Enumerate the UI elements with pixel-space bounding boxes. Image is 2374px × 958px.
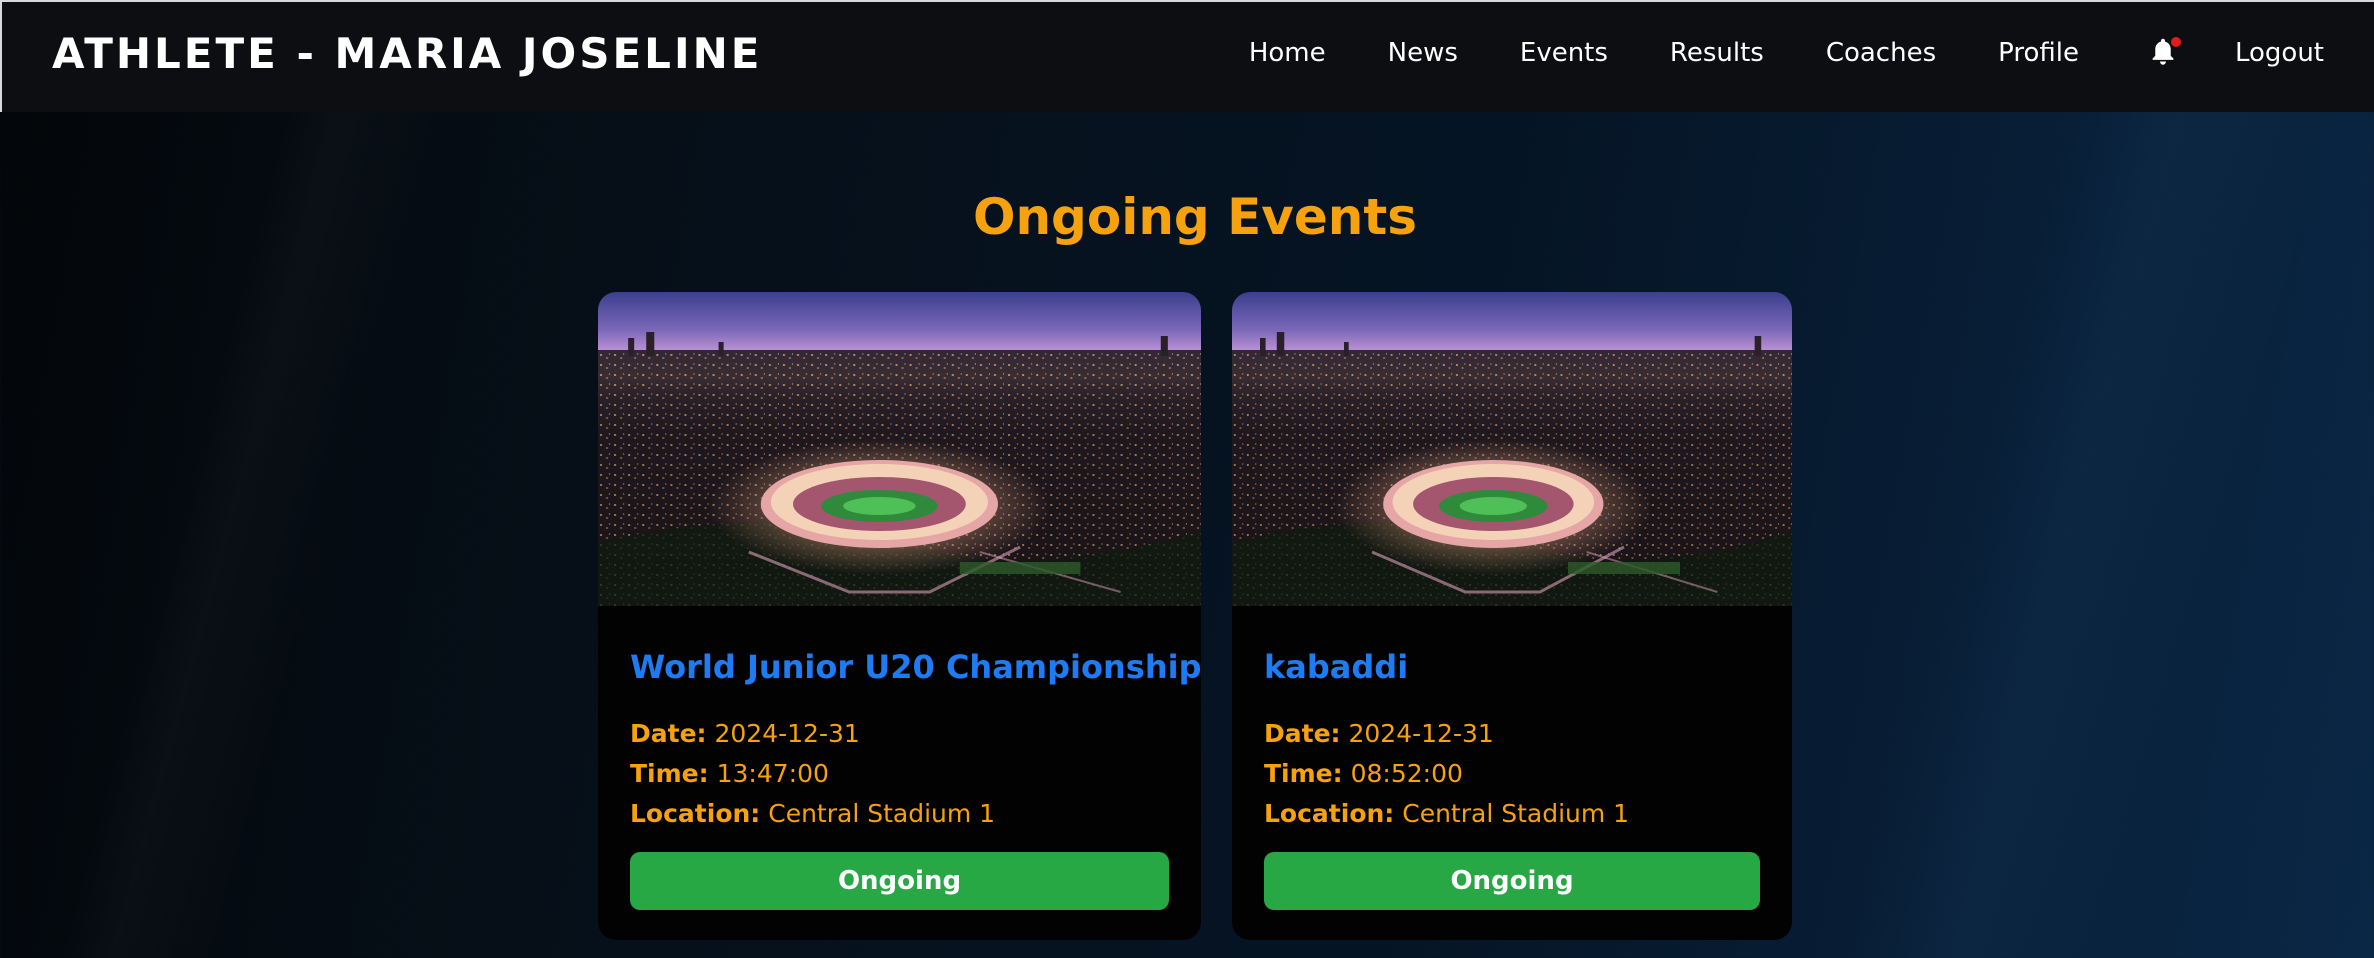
event-date-row: Date: 2024-12-31 <box>630 714 1169 754</box>
nav-link-results[interactable]: Results <box>1670 38 1764 68</box>
event-card: kabaddi Date: 2024-12-31 Time: 08:52:00 … <box>1232 292 1792 940</box>
card-body: kabaddi Date: 2024-12-31 Time: 08:52:00 … <box>1232 606 1792 910</box>
nav-link-home[interactable]: Home <box>1249 38 1326 68</box>
event-date-row: Date: 2024-12-31 <box>1264 714 1760 754</box>
nav-link-profile[interactable]: Profile <box>1998 38 2079 68</box>
location-label: Location: <box>630 799 761 828</box>
event-time: 13:47:00 <box>716 759 829 788</box>
event-time-row: Time: 13:47:00 <box>630 754 1169 794</box>
event-location-row: Location: Central Stadium 1 <box>630 794 1169 834</box>
stadium-image <box>598 292 1201 606</box>
event-meta: Date: 2024-12-31 Time: 13:47:00 Location… <box>630 714 1169 834</box>
nav-link-events[interactable]: Events <box>1520 38 1608 68</box>
status-ongoing-button[interactable]: Ongoing <box>630 852 1169 910</box>
section-title: Ongoing Events <box>972 188 1418 246</box>
event-title[interactable]: kabaddi <box>1264 648 1760 686</box>
event-card: World Junior U20 Championships Date: 202… <box>598 292 1201 940</box>
nav-links: Home News Events Results Coaches Profile… <box>1249 37 2324 69</box>
nav-link-logout[interactable]: Logout <box>2235 38 2324 68</box>
event-date: 2024-12-31 <box>714 719 860 748</box>
event-location-row: Location: Central Stadium 1 <box>1264 794 1760 834</box>
card-body: World Junior U20 Championships Date: 202… <box>598 606 1201 910</box>
event-time-row: Time: 08:52:00 <box>1264 754 1760 794</box>
notification-bell-icon[interactable] <box>2149 37 2181 69</box>
notification-dot <box>2170 37 2181 47</box>
event-meta: Date: 2024-12-31 Time: 08:52:00 Location… <box>1264 714 1760 834</box>
time-label: Time: <box>630 759 709 788</box>
top-navbar: ATHLETE - MARIA JOSELINE Home News Event… <box>0 0 2374 112</box>
date-label: Date: <box>1264 719 1341 748</box>
nav-link-news[interactable]: News <box>1388 38 1458 68</box>
event-time: 08:52:00 <box>1350 759 1463 788</box>
event-title[interactable]: World Junior U20 Championships <box>630 648 1201 686</box>
status-ongoing-button[interactable]: Ongoing <box>1264 852 1760 910</box>
event-location: Central Stadium 1 <box>768 799 996 828</box>
event-location: Central Stadium 1 <box>1402 799 1630 828</box>
time-label: Time: <box>1264 759 1343 788</box>
event-date: 2024-12-31 <box>1348 719 1494 748</box>
location-label: Location: <box>1264 799 1395 828</box>
nav-link-coaches[interactable]: Coaches <box>1826 38 1936 68</box>
stadium-image <box>1232 292 1792 606</box>
date-label: Date: <box>630 719 707 748</box>
brand-title: ATHLETE - MARIA JOSELINE <box>52 28 763 78</box>
